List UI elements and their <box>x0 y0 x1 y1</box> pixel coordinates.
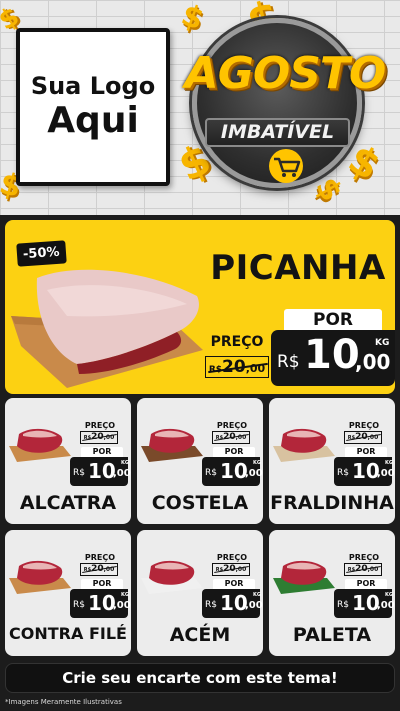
cta-banner[interactable]: Crie seu encarte com este tema! <box>5 663 395 693</box>
product-name: PALETA <box>292 624 372 646</box>
por-label: POR <box>213 579 255 589</box>
old-price-label: PREÇO <box>348 421 380 430</box>
product-name: ALCATRA <box>19 492 117 514</box>
price-integer: 10 <box>220 591 248 615</box>
campaign-title: AGOSTO <box>184 48 387 99</box>
campaign-subtitle: IMBATÍVEL <box>205 118 350 147</box>
price-integer: 10 <box>88 591 116 615</box>
old-price-label: PREÇO <box>216 553 248 562</box>
old-price-label: PREÇO <box>216 421 248 430</box>
featured-product-name: PICANHA <box>210 248 386 288</box>
old-price: R$20,00 <box>80 431 118 444</box>
price-integer: 10 <box>352 459 380 483</box>
price-unit: KG <box>385 460 393 466</box>
currency: R$ <box>73 468 85 478</box>
currency: R$ <box>337 468 349 478</box>
price-tag: R$ 10 ,00 KG <box>70 457 131 486</box>
old-price: R$20,00 <box>344 563 382 576</box>
currency: R$ <box>205 468 217 478</box>
meat-image <box>9 560 71 594</box>
old-price: R$20,00 <box>212 563 250 576</box>
product-card[interactable]: PREÇO R$20,00 POR R$ 10 ,00 KG ALCATRA <box>5 398 131 524</box>
currency: R$ <box>337 600 349 610</box>
price-decimal: ,00 <box>113 468 131 479</box>
product-card[interactable]: PREÇO R$20,00 POR R$ 10 ,00 KG CONTRA FI… <box>5 530 131 656</box>
price-unit: KG <box>253 460 261 466</box>
coin-icon: $ <box>176 0 209 38</box>
por-label: POR <box>345 579 387 589</box>
old-price: R$20,00 <box>205 356 269 378</box>
discount-badge: -50% <box>16 240 67 267</box>
por-label: POR <box>81 447 123 457</box>
price-decimal: ,00 <box>113 600 131 611</box>
price-integer: 10 <box>88 459 116 483</box>
meat-image <box>9 428 71 462</box>
currency: R$ <box>73 600 85 610</box>
price-decimal: ,00 <box>245 468 263 479</box>
product-name: ACÉM <box>169 624 231 646</box>
price-tag: R$ 10 ,00 KG <box>334 457 395 486</box>
price-integer: 10 <box>304 332 360 378</box>
price-unit: KG <box>375 338 390 348</box>
product-name: COSTELA <box>151 492 249 514</box>
product-card[interactable]: PREÇO R$20,00 POR R$ 10 ,00 KG COSTELA <box>137 398 263 524</box>
old-price: R$20,00 <box>344 431 382 444</box>
disclaimer-text: *Imagens Meramente Ilustrativas <box>5 698 122 706</box>
price-unit: KG <box>121 460 129 466</box>
logo-placeholder[interactable]: Sua Logo Aqui <box>16 28 170 186</box>
price-decimal: ,00 <box>355 350 391 374</box>
currency: R$ <box>205 600 217 610</box>
old-price-label: PREÇO <box>84 553 116 562</box>
currency: R$ <box>277 352 300 372</box>
price-unit: KG <box>253 592 261 598</box>
price-decimal: ,00 <box>377 600 395 611</box>
featured-product-card[interactable]: -50% PICANHA PREÇO R$20,00 POR R$ 10 ,00… <box>5 220 395 394</box>
price-tag: R$ 10 ,00 KG <box>202 589 263 618</box>
price-decimal: ,00 <box>245 600 263 611</box>
price-unit: KG <box>385 592 393 598</box>
old-price-label: PREÇO <box>84 421 116 430</box>
por-label: POR <box>81 579 123 589</box>
shopping-cart-icon <box>269 149 303 183</box>
logo-text-line2: Aqui <box>47 100 139 142</box>
price-decimal: ,00 <box>377 468 395 479</box>
price-tag: R$ 10 ,00 KG <box>202 457 263 486</box>
logo-text-line1: Sua Logo <box>30 71 156 100</box>
price-unit: KG <box>121 592 129 598</box>
old-price: R$20,00 <box>80 563 118 576</box>
header-banner: $ $ $ $ $ $ $ Sua Logo Aqui AGOSTO IMBAT… <box>0 0 400 215</box>
product-card[interactable]: PREÇO R$20,00 POR R$ 10 ,00 KG PALETA <box>269 530 395 656</box>
meat-image <box>273 428 335 462</box>
price-tag: R$ 10 ,00 KG <box>271 330 395 386</box>
por-label: POR <box>284 309 382 331</box>
old-price: R$20,00 <box>212 431 250 444</box>
product-name: CONTRA FILÉ <box>9 624 127 643</box>
product-card[interactable]: PREÇO R$20,00 POR R$ 10 ,00 KG ACÉM <box>137 530 263 656</box>
por-label: POR <box>213 447 255 457</box>
price-tag: R$ 10 ,00 KG <box>70 589 131 618</box>
meat-image <box>141 428 203 462</box>
price-integer: 10 <box>352 591 380 615</box>
product-card[interactable]: PREÇO R$20,00 POR R$ 10 ,00 KG FRALDINHA <box>269 398 395 524</box>
price-tag: R$ 10 ,00 KG <box>334 589 395 618</box>
old-price-label: PREÇO <box>210 334 264 350</box>
meat-image <box>273 560 335 594</box>
old-price-label: PREÇO <box>348 553 380 562</box>
price-integer: 10 <box>220 459 248 483</box>
meat-image <box>141 560 203 594</box>
por-label: POR <box>345 447 387 457</box>
product-name: FRALDINHA <box>270 492 394 514</box>
